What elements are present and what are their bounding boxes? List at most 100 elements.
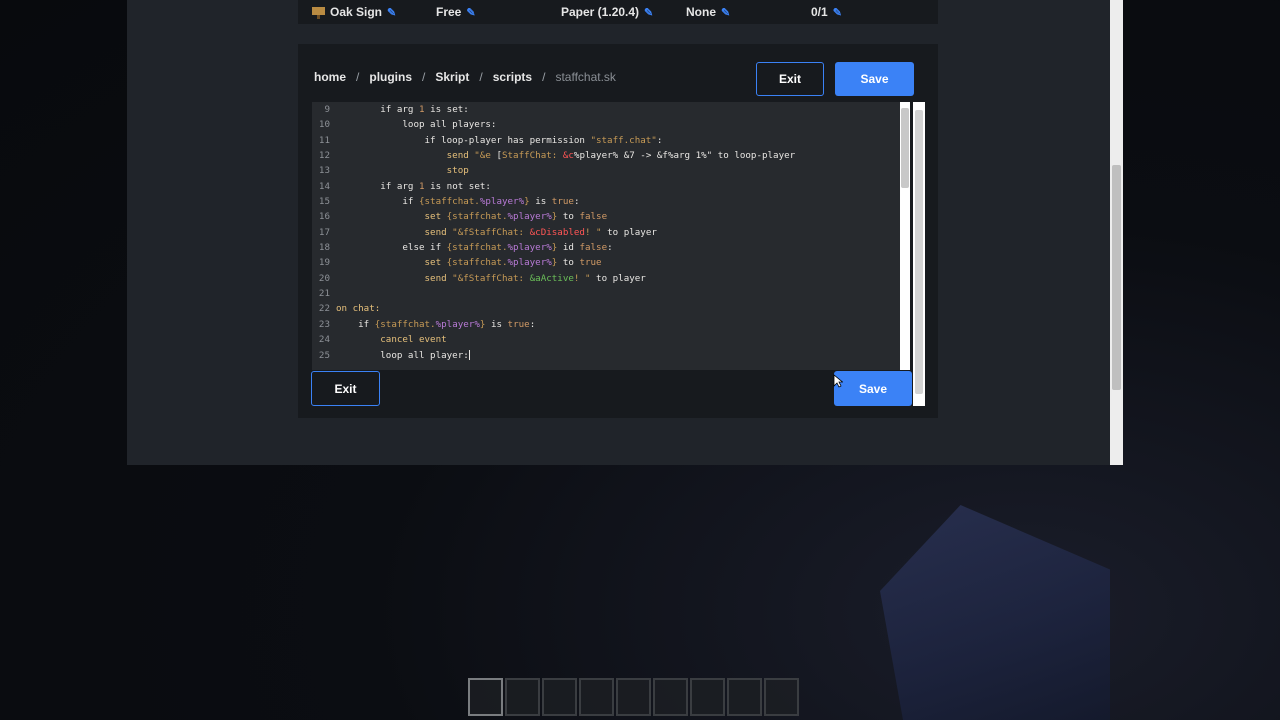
hotbar-slot[interactable] bbox=[690, 678, 725, 716]
code-token: false bbox=[579, 211, 608, 223]
line-number: 9 bbox=[324, 104, 330, 115]
code-line[interactable]: 13 stop bbox=[312, 163, 910, 178]
oak-sign-icon bbox=[312, 6, 325, 19]
code-token: is not set: bbox=[424, 180, 491, 192]
code-line[interactable]: 14 if arg 1 is not set: bbox=[312, 179, 910, 194]
code-token: true bbox=[579, 257, 602, 269]
code-token: %player% bbox=[507, 211, 552, 223]
breadcrumb-scripts[interactable]: scripts bbox=[493, 70, 532, 84]
price-label: Free bbox=[436, 5, 462, 19]
line-number: 12 bbox=[318, 150, 330, 162]
code-token: %player% bbox=[479, 196, 525, 208]
save-button-top[interactable]: Save bbox=[835, 62, 914, 96]
breadcrumb-plugins[interactable]: plugins bbox=[369, 70, 412, 84]
page-scrollbar[interactable] bbox=[1110, 0, 1123, 465]
edit-pencil-icon[interactable]: ✎ bbox=[387, 6, 396, 19]
code-token: on chat: bbox=[336, 303, 381, 315]
code-token: : bbox=[607, 242, 613, 254]
code-line[interactable]: 21 bbox=[312, 286, 910, 301]
code-token: "&fStaffChat: bbox=[452, 226, 530, 238]
hotbar-slot-selected[interactable] bbox=[468, 678, 503, 716]
code-token: true bbox=[551, 196, 574, 208]
edit-pencil-icon[interactable]: ✎ bbox=[466, 6, 475, 19]
code-token: if bbox=[336, 196, 419, 208]
code-token: stop bbox=[336, 165, 469, 177]
line-number: 17 bbox=[318, 226, 330, 238]
code-line[interactable]: 17 send "&fStaffChat: &cDisabled! " to p… bbox=[312, 225, 910, 240]
code-token: : bbox=[573, 196, 580, 208]
edit-pencil-icon[interactable]: ✎ bbox=[644, 6, 653, 19]
editor-outer-scrollbar[interactable] bbox=[913, 102, 925, 406]
code-line[interactable]: 10 loop all players: bbox=[312, 117, 910, 132]
line-number: 18 bbox=[318, 242, 330, 254]
editor-outer-scrollbar-thumb[interactable] bbox=[915, 110, 923, 394]
code-token: : bbox=[529, 318, 536, 330]
hotbar-slot[interactable] bbox=[542, 678, 577, 716]
hotbar-slot[interactable] bbox=[653, 678, 688, 716]
code-line[interactable]: 9 if arg 1 is set: bbox=[312, 102, 910, 117]
code-line[interactable]: 18 else if {staffchat.%player%} id false… bbox=[312, 240, 910, 255]
code-token: &cDisabled bbox=[529, 226, 585, 238]
page-scrollbar-thumb[interactable] bbox=[1112, 165, 1121, 390]
mouse-cursor-icon bbox=[833, 374, 843, 388]
breadcrumb-home[interactable]: home bbox=[314, 70, 346, 84]
hotbar-slot[interactable] bbox=[727, 678, 762, 716]
code-token: StaffChat: bbox=[501, 150, 563, 162]
code-line[interactable]: 15 if {staffchat.%player%} is true: bbox=[312, 194, 910, 209]
hotbar-slot[interactable] bbox=[616, 678, 651, 716]
software-field[interactable]: Paper (1.20.4) ✎ bbox=[561, 0, 653, 24]
edit-pencil-icon[interactable]: ✎ bbox=[833, 6, 842, 19]
code-token: if arg bbox=[336, 104, 419, 115]
line-number: 11 bbox=[318, 134, 330, 146]
code-token: else if bbox=[336, 242, 447, 254]
code-token: ! " bbox=[584, 226, 602, 238]
code-editor-scrollbar[interactable] bbox=[900, 102, 910, 370]
exit-button-top[interactable]: Exit bbox=[756, 62, 824, 96]
code-line[interactable]: 16 set {staffchat.%player%} to false bbox=[312, 209, 910, 224]
code-token: is set: bbox=[424, 104, 469, 115]
edit-pencil-icon[interactable]: ✎ bbox=[721, 6, 730, 19]
code-token: {staffchat. bbox=[418, 196, 480, 208]
code-editor[interactable]: 9 if arg 1 is set: 10 loop all players: 11… bbox=[312, 102, 910, 370]
text-caret bbox=[468, 350, 470, 360]
save-button-bottom[interactable]: Save bbox=[834, 371, 912, 406]
line-number: 23 bbox=[318, 318, 330, 330]
code-token: ! " bbox=[573, 272, 591, 284]
hotbar-slot[interactable] bbox=[579, 678, 614, 716]
code-line[interactable]: 22 on chat: bbox=[312, 301, 910, 316]
code-token: set bbox=[336, 257, 447, 269]
code-line[interactable]: 24 cancel event bbox=[312, 332, 910, 347]
breadcrumb-separator: / bbox=[356, 70, 360, 84]
code-line[interactable]: 20 send "&fStaffChat: &aActive! " to pla… bbox=[312, 271, 910, 286]
line-number: 24 bbox=[318, 334, 330, 346]
breadcrumb-separator: / bbox=[542, 70, 546, 84]
code-line[interactable]: 19 set {staffchat.%player%} to true bbox=[312, 255, 910, 270]
price-field[interactable]: Free ✎ bbox=[436, 0, 476, 24]
addon-field[interactable]: None ✎ bbox=[686, 0, 730, 24]
exit-button-bottom[interactable]: Exit bbox=[311, 371, 380, 406]
code-token: to player bbox=[590, 272, 646, 284]
code-token: send bbox=[336, 150, 475, 162]
code-line[interactable]: 12 send "&e [StaffChat: &c%player% &7 ->… bbox=[312, 148, 910, 163]
hotbar-slot[interactable] bbox=[505, 678, 540, 716]
line-number: 16 bbox=[318, 211, 330, 223]
code-token: {staffchat. bbox=[446, 257, 508, 269]
code-line[interactable]: 11 if loop-player has permission "staff.… bbox=[312, 133, 910, 148]
players-label: 0/1 bbox=[811, 5, 828, 19]
sign-type-field[interactable]: Oak Sign ✎ bbox=[312, 0, 396, 24]
code-line[interactable]: 25 loop all player: bbox=[312, 348, 910, 363]
line-number: 10 bbox=[318, 119, 330, 131]
hotbar-slot[interactable] bbox=[764, 678, 799, 716]
code-token: set bbox=[336, 211, 447, 223]
code-token: is bbox=[485, 318, 508, 330]
code-token: send bbox=[336, 226, 453, 238]
code-token: to player bbox=[601, 226, 657, 238]
players-field[interactable]: 0/1 ✎ bbox=[811, 0, 842, 24]
code-line[interactable]: 23 if {staffchat.%player%} is true: bbox=[312, 317, 910, 332]
code-token: to bbox=[557, 211, 580, 223]
code-editor-scrollbar-thumb[interactable] bbox=[901, 108, 909, 188]
breadcrumb-skript[interactable]: Skript bbox=[435, 70, 469, 84]
server-info-bar: Oak Sign ✎ Free ✎ Paper (1.20.4) ✎ None … bbox=[298, 0, 938, 24]
breadcrumb-separator: / bbox=[422, 70, 426, 84]
code-token: loop all players: bbox=[336, 119, 497, 131]
